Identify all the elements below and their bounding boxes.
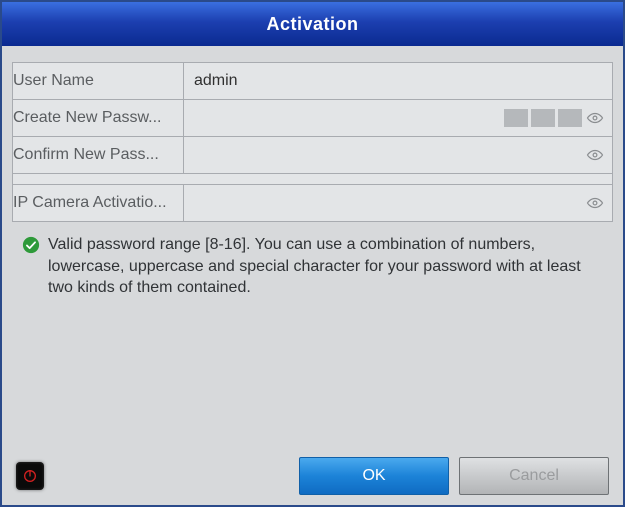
title-bar: Activation xyxy=(2,2,623,46)
label-confirm-password: Confirm New Pass... xyxy=(13,137,184,174)
ok-button-label: OK xyxy=(362,467,385,485)
activation-form: User Name Create New Passw... xyxy=(12,62,613,222)
input-confirm-password[interactable] xyxy=(184,137,612,173)
dialog-title: Activation xyxy=(266,14,358,35)
eye-icon[interactable] xyxy=(586,194,604,212)
password-hint: Valid password range [8-16]. You can use… xyxy=(12,222,613,299)
label-create-password: Create New Passw... xyxy=(13,100,184,137)
dialog-body: User Name Create New Passw... xyxy=(2,46,623,447)
cancel-button[interactable]: Cancel xyxy=(459,457,609,495)
power-icon xyxy=(22,468,38,484)
dialog-footer: OK Cancel xyxy=(2,447,623,505)
form-row-confirm-password: Confirm New Pass... xyxy=(13,137,613,174)
label-ip-camera-activation: IP Camera Activatio... xyxy=(13,185,184,222)
password-strength-meter xyxy=(504,109,582,127)
cancel-button-label: Cancel xyxy=(509,467,559,485)
form-row-create-password: Create New Passw... xyxy=(13,100,613,137)
check-circle-icon xyxy=(22,236,40,254)
form-row-ip-camera-activation: IP Camera Activatio... xyxy=(13,185,613,222)
label-username: User Name xyxy=(13,63,184,100)
eye-icon[interactable] xyxy=(586,146,604,164)
input-username[interactable] xyxy=(184,63,612,99)
activation-dialog: Activation User Name Create New Passw... xyxy=(0,0,625,507)
ok-button[interactable]: OK xyxy=(299,457,449,495)
power-button[interactable] xyxy=(16,462,44,490)
eye-icon[interactable] xyxy=(586,109,604,127)
password-hint-text: Valid password range [8-16]. You can use… xyxy=(48,234,603,299)
form-row-username: User Name xyxy=(13,63,613,100)
input-ip-camera-activation[interactable] xyxy=(184,185,612,221)
